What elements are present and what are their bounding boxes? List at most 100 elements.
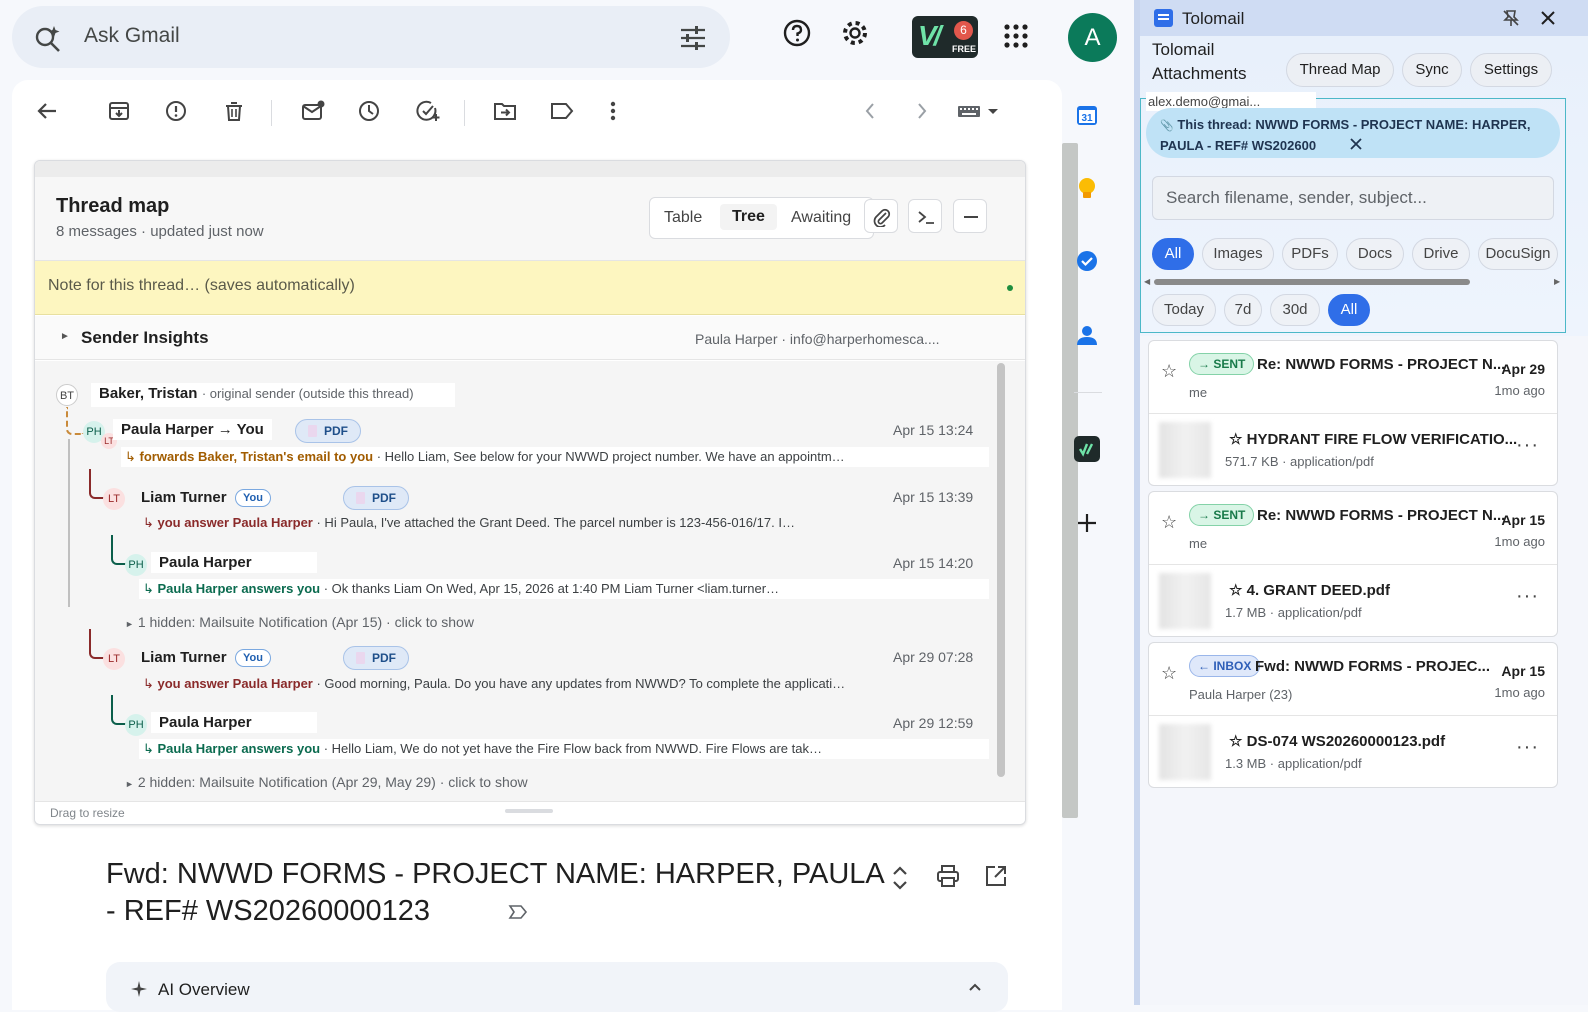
tasks-icon[interactable] bbox=[1076, 250, 1098, 272]
add-addon-icon[interactable] bbox=[1076, 512, 1098, 534]
toolbar-divider bbox=[271, 100, 272, 126]
attachment-row[interactable]: ☆ HYDRANT FIRE FLOW VERIFICATIO... 571.7… bbox=[1149, 413, 1557, 485]
scroll-left-icon[interactable]: ◀ bbox=[1144, 277, 1150, 286]
range-today[interactable]: Today bbox=[1152, 294, 1216, 326]
chevron-up-icon[interactable] bbox=[968, 982, 982, 992]
print-icon[interactable] bbox=[936, 864, 960, 888]
expand-triangle-icon: ► bbox=[60, 331, 70, 342]
hidden-messages-toggle[interactable]: ► 1 hidden: Mailsuite Notification (Apr … bbox=[125, 614, 474, 630]
terminal-button[interactable] bbox=[908, 199, 942, 233]
sync-button[interactable]: Sync bbox=[1402, 53, 1462, 87]
filter-images[interactable]: Images bbox=[1202, 238, 1274, 270]
root-sender-row[interactable]: Baker, Tristan · original sender (outsid… bbox=[91, 383, 455, 407]
mark-unread-icon[interactable] bbox=[301, 100, 325, 122]
older-chevron-icon[interactable] bbox=[916, 100, 928, 122]
email-row[interactable]: ☆ → SENT Re: NWWD FORMS - PROJECT N... A… bbox=[1149, 492, 1557, 564]
apps-grid-icon[interactable] bbox=[1004, 24, 1028, 48]
scroll-right-icon[interactable]: ▶ bbox=[1554, 277, 1560, 286]
range-all[interactable]: All bbox=[1328, 294, 1370, 326]
attachment-row[interactable]: ☆ 4. GRANT DEED.pdf 1.7 MB · application… bbox=[1149, 564, 1557, 636]
range-30d[interactable]: 30d bbox=[1270, 294, 1320, 326]
thread-map-button[interactable]: Thread Map bbox=[1286, 53, 1394, 87]
more-horiz-icon[interactable]: ··· bbox=[1516, 585, 1539, 608]
search-options-icon[interactable] bbox=[680, 26, 706, 50]
filter-scrollbar[interactable] bbox=[1154, 279, 1470, 285]
tab-tree[interactable]: Tree bbox=[720, 204, 777, 230]
email-row[interactable]: ☆ → SENT Re: NWWD FORMS - PROJECT N... A… bbox=[1149, 341, 1557, 413]
important-marker-icon[interactable] bbox=[508, 904, 528, 920]
you-badge: You bbox=[235, 649, 271, 667]
tab-awaiting[interactable]: Awaiting bbox=[791, 209, 851, 227]
filter-all[interactable]: All bbox=[1152, 238, 1194, 270]
expand-collapse-icon[interactable] bbox=[890, 864, 910, 892]
filter-pdfs[interactable]: PDFs bbox=[1282, 238, 1338, 270]
report-spam-icon[interactable] bbox=[165, 100, 187, 122]
extension-badge[interactable]: V/ 6 FREE bbox=[912, 16, 978, 58]
tab-table[interactable]: Table bbox=[664, 209, 702, 227]
more-horiz-icon[interactable]: ··· bbox=[1516, 434, 1539, 457]
attachment-search-input[interactable]: Search filename, sender, subject... bbox=[1152, 176, 1554, 220]
move-to-icon[interactable] bbox=[493, 100, 517, 122]
clear-thread-icon[interactable] bbox=[1350, 138, 1362, 150]
calendar-icon[interactable]: 31 bbox=[1076, 104, 1098, 126]
message-date: Apr 15 13:24 bbox=[893, 422, 974, 438]
keep-icon[interactable] bbox=[1076, 176, 1098, 200]
main-scrollbar[interactable] bbox=[1062, 143, 1078, 818]
pdf-attachment-chip[interactable]: PDF bbox=[343, 646, 409, 670]
filter-drive[interactable]: Drive bbox=[1412, 238, 1470, 270]
star-icon[interactable]: ☆ bbox=[1161, 361, 1177, 382]
settings-button[interactable]: Settings bbox=[1470, 53, 1552, 87]
message-snippet[interactable]: ↳ forwards Baker, Tristan's email to you… bbox=[121, 447, 989, 467]
add-task-icon[interactable] bbox=[416, 100, 440, 122]
email-age: 1mo ago bbox=[1494, 685, 1545, 700]
hidden-messages-toggle[interactable]: ► 2 hidden: Mailsuite Notification (Apr … bbox=[125, 774, 528, 790]
contacts-icon[interactable] bbox=[1076, 324, 1098, 346]
attachments-button[interactable] bbox=[864, 199, 898, 233]
snippet-text: · Good morning, Paula. Do you have any u… bbox=[316, 676, 846, 691]
newer-chevron-icon[interactable] bbox=[864, 100, 876, 122]
attachment-row[interactable]: ☆ DS-074 WS20260000123.pdf 1.3 MB · appl… bbox=[1149, 715, 1557, 787]
action-label: forwards Baker, Tristan's email to you bbox=[139, 449, 374, 464]
message-snippet[interactable]: ↳ you answer Paula Harper · Good morning… bbox=[139, 674, 989, 694]
search-input[interactable]: Ask Gmail bbox=[84, 24, 180, 48]
open-new-window-icon[interactable] bbox=[984, 864, 1008, 888]
account-avatar[interactable]: A bbox=[1068, 13, 1117, 62]
saved-indicator bbox=[1007, 285, 1013, 291]
more-horiz-icon[interactable]: ··· bbox=[1516, 736, 1539, 759]
delete-icon[interactable] bbox=[223, 100, 245, 122]
keyboard-icon[interactable] bbox=[956, 100, 1002, 122]
star-icon[interactable]: ☆ bbox=[1161, 663, 1177, 684]
search-bar[interactable]: Ask Gmail bbox=[12, 6, 730, 68]
filter-docs[interactable]: Docs bbox=[1346, 238, 1404, 270]
root-meta: · original sender (outside this thread) bbox=[201, 386, 414, 401]
label-icon[interactable] bbox=[550, 100, 574, 122]
resize-handle[interactable]: Drag to resize bbox=[35, 801, 1025, 824]
sender-insights-toggle[interactable]: ► Sender Insights Paula Harper · info@ha… bbox=[35, 316, 1025, 360]
tree-scrollbar[interactable] bbox=[997, 363, 1005, 777]
archive-icon[interactable] bbox=[108, 100, 130, 122]
filter-docusign[interactable]: DocuSign bbox=[1478, 238, 1558, 270]
unpin-icon[interactable] bbox=[1502, 9, 1520, 27]
email-row[interactable]: ☆ ← INBOX Fwd: NWWD FORMS - PROJEC... Ap… bbox=[1149, 643, 1557, 715]
message-snippet[interactable]: ↳ you answer Paula Harper · Hi Paula, I'… bbox=[139, 513, 989, 533]
attachment-group: ☆ → SENT Re: NWWD FORMS - PROJECT N... A… bbox=[1148, 491, 1558, 637]
star-icon[interactable]: ☆ bbox=[1161, 512, 1177, 533]
settings-gear-icon[interactable] bbox=[840, 18, 870, 48]
pdf-attachment-chip[interactable]: PDF bbox=[295, 419, 361, 443]
more-vert-icon[interactable] bbox=[610, 100, 616, 122]
sender-name: Paula Harper → You bbox=[113, 419, 272, 440]
email-subject: Re: NWWD FORMS - PROJECT N... bbox=[1257, 356, 1506, 373]
thread-note-input[interactable]: Note for this thread… (saves automatical… bbox=[35, 261, 1025, 315]
thread-scope-chip[interactable]: 📎 This thread: NWWD FORMS - PROJECT NAME… bbox=[1146, 108, 1560, 158]
back-icon[interactable] bbox=[36, 100, 58, 122]
snooze-icon[interactable] bbox=[358, 100, 380, 122]
sender-name: Paula Harper bbox=[151, 552, 317, 573]
message-snippet[interactable]: ↳ Paula Harper answers you · Hello Liam,… bbox=[139, 739, 989, 759]
range-7d[interactable]: 7d bbox=[1224, 294, 1262, 326]
minimize-button[interactable] bbox=[953, 199, 987, 233]
close-icon[interactable] bbox=[1540, 10, 1556, 26]
help-icon[interactable] bbox=[782, 18, 812, 48]
extension-rail-icon[interactable] bbox=[1074, 436, 1100, 462]
message-snippet[interactable]: ↳ Paula Harper answers you · Ok thanks L… bbox=[139, 579, 989, 599]
pdf-attachment-chip[interactable]: PDF bbox=[343, 486, 409, 510]
